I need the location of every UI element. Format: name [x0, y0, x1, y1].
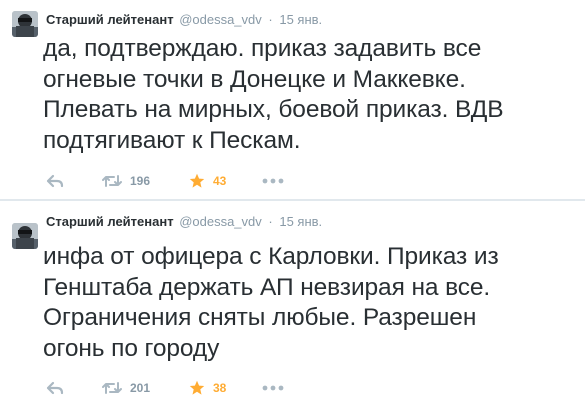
author-name[interactable]: Старший лейтенант: [46, 214, 174, 229]
favorite-button[interactable]: 38: [189, 377, 226, 399]
reply-button[interactable]: [46, 377, 64, 399]
retweet-count: 201: [130, 381, 151, 395]
retweet-button[interactable]: 201: [102, 377, 150, 399]
reply-icon: [46, 381, 64, 395]
star-icon: [189, 380, 205, 395]
tweet-text: инфа от офицера с Карловки. Приказ из Ге…: [43, 242, 578, 364]
tweet-text-line: Ограничения сняты любые. Разрешен: [43, 304, 477, 331]
tweet-text-line: инфа от офицера с Карловки. Приказ из: [43, 243, 499, 270]
tweet-timestamp[interactable]: 15 янв.: [279, 214, 322, 229]
tweet-actions: 201 38: [0, 377, 585, 399]
retweet-icon: [102, 382, 122, 394]
more-dots-icon: [262, 385, 284, 391]
tweet-header: Старший лейтенант @odessa_vdv · 15 янв.: [46, 212, 322, 232]
more-button[interactable]: [262, 377, 284, 399]
separator-dot: ·: [268, 214, 273, 229]
avatar[interactable]: [12, 223, 38, 249]
avatar-image: [12, 223, 38, 249]
tweet: Старший лейтенант @odessa_vdv · 15 янв. …: [0, 0, 585, 411]
author-handle[interactable]: @odessa_vdv: [179, 214, 262, 229]
tweet-text-line: огонь по городу: [43, 334, 220, 362]
favorite-count: 38: [213, 381, 227, 395]
tweet-text-line: Генштаба держать АП невзирая на все.: [43, 273, 491, 301]
